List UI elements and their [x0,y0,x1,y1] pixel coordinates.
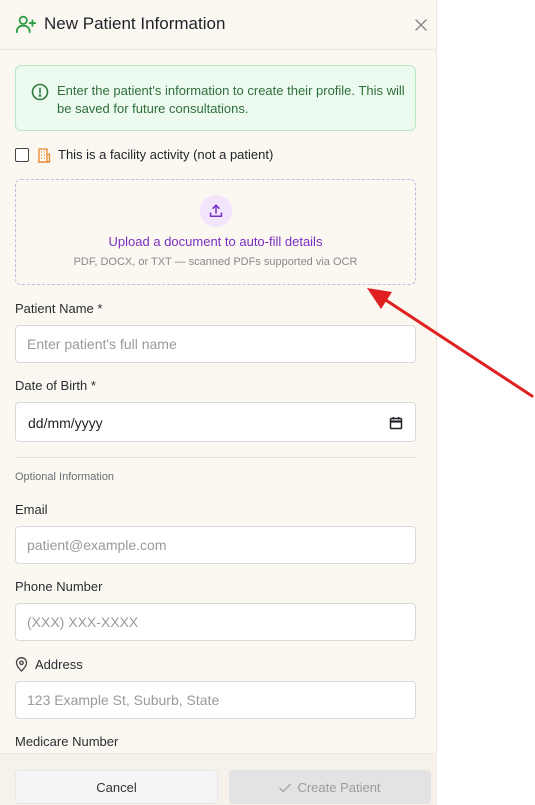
new-patient-panel: New Patient Information Enter the patien… [0,0,437,805]
section-divider [15,457,416,458]
upload-icon-badge [200,195,232,227]
upload-dropzone[interactable]: Upload a document to auto-fill details P… [15,179,416,285]
patient-name-input[interactable] [15,325,416,363]
patient-name-label: Patient Name * [15,301,103,316]
panel-header: New Patient Information [0,0,437,50]
phone-input[interactable] [15,603,416,641]
panel-footer: Cancel Create Patient [0,753,437,805]
cancel-button[interactable]: Cancel [15,770,218,804]
email-input[interactable] [15,526,416,564]
info-notice: Enter the patient's information to creat… [15,65,416,131]
calendar-icon[interactable] [389,416,403,430]
map-pin-icon [15,657,28,672]
create-patient-label: Create Patient [297,779,381,795]
optional-section-heading: Optional Information [15,471,115,483]
upload-title: Upload a document to auto-fill details [108,234,323,249]
upload-subtitle: PDF, DOCX, or TXT — scanned PDFs support… [73,256,358,268]
dob-value: dd/mm/yyyy [28,415,103,431]
email-label: Email [15,502,48,517]
page-title: New Patient Information [44,14,226,33]
notice-text: Enter the patient's information to creat… [57,83,405,116]
medicare-label: Medicare Number [15,734,119,749]
facility-activity-row: This is a facility activity (not a patie… [15,146,315,164]
upload-icon [209,204,223,217]
check-icon [279,783,292,792]
dob-input[interactable]: dd/mm/yyyy [15,402,416,442]
dob-label: Date of Birth * [15,378,96,393]
building-icon [38,148,51,163]
close-icon[interactable] [413,17,429,33]
phone-label: Phone Number [15,579,103,594]
facility-checkbox-label[interactable]: This is a facility activity (not a patie… [58,147,273,162]
user-plus-icon [15,15,37,34]
facility-checkbox[interactable] [15,148,29,162]
info-icon [31,83,49,101]
address-label: Address [35,657,83,672]
address-input[interactable] [15,681,416,719]
create-patient-button[interactable]: Create Patient [229,770,431,804]
